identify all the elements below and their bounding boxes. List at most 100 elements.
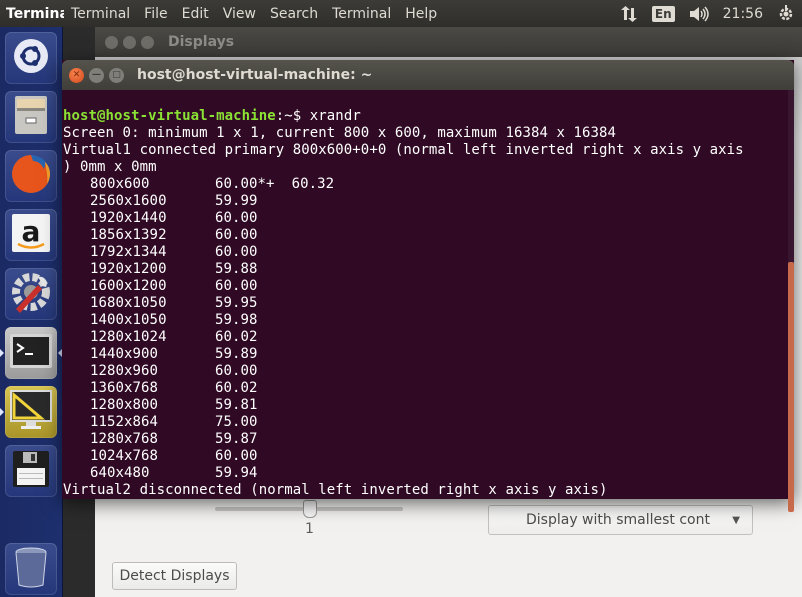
menu-view[interactable]: View — [216, 6, 263, 22]
firefox-icon — [9, 152, 53, 200]
menu-search[interactable]: Search — [263, 6, 325, 22]
mode-resolution: 1280x768 — [90, 431, 159, 447]
launcher-placement-selected: Display with smallest cont — [526, 512, 710, 528]
mode-refresh-rates: 59.81 — [215, 397, 258, 413]
mode-resolution: 1360x768 — [90, 380, 159, 396]
launcher-system-settings[interactable] — [5, 268, 57, 320]
mode-resolution: 640x480 — [90, 465, 150, 481]
menu-file[interactable]: File — [137, 6, 174, 22]
mode-line: 800x600 60.00*+ 60.32 — [63, 176, 794, 193]
terminal-scrollbar[interactable] — [788, 90, 794, 512]
mode-resolution: 1440x900 — [90, 346, 159, 362]
launcher-files[interactable] — [5, 91, 57, 143]
volume-icon[interactable] — [689, 6, 709, 22]
mode-resolution: 1920x1200 — [90, 261, 167, 277]
app-title: Terminal — [6, 5, 64, 22]
mode-refresh-rates: 60.00 — [215, 210, 258, 226]
terminal-titlebar[interactable]: ✕ — □ host@host-virtual-machine: ~ — [62, 60, 794, 90]
terminal-window: ✕ — □ host@host-virtual-machine: ~ host@… — [62, 60, 794, 512]
launcher: a — [0, 27, 63, 597]
terminal-scrollbar-thumb[interactable] — [788, 262, 794, 512]
mode-refresh-rates: 60.00 — [215, 448, 258, 464]
mode-refresh-rates: 75.00 — [215, 414, 258, 430]
mode-refresh-rates: 60.02 — [215, 380, 258, 396]
running-indicator — [0, 408, 4, 416]
settings-wrench-icon — [8, 269, 54, 319]
mode-refresh-rates: 59.87 — [215, 431, 258, 447]
menu-edit[interactable]: Edit — [175, 6, 216, 22]
launcher-trash[interactable] — [5, 543, 57, 595]
menu-help[interactable]: Help — [398, 6, 444, 22]
launcher-amazon[interactable]: a — [5, 209, 57, 261]
launcher-placement-dropdown[interactable]: Display with smallest cont ▼ — [488, 505, 753, 535]
displays-ruler-icon — [9, 389, 53, 435]
detect-displays-button[interactable]: Detect Displays — [112, 562, 237, 590]
mode-resolution: 800x600 — [90, 176, 150, 192]
mode-refresh-rates: 59.98 — [215, 312, 258, 328]
displays-titlebar[interactable]: Displays — [95, 27, 802, 57]
scale-value: 1 — [305, 521, 314, 537]
displays-minimize-button[interactable] — [123, 35, 136, 49]
keyboard-layout-badge: En — [651, 5, 675, 22]
mode-resolution: 1280x960 — [90, 363, 159, 379]
trash-icon — [13, 546, 49, 592]
menu-terminal[interactable]: Terminal — [325, 6, 398, 22]
mode-refresh-rates: 59.89 — [215, 346, 258, 362]
top-panel: Terminal Terminal File Edit View Search … — [0, 0, 802, 27]
prompt-path: :~ — [275, 108, 293, 124]
minimize-icon[interactable]: — — [89, 67, 104, 83]
menu-terminal-app[interactable]: Terminal — [64, 6, 137, 22]
mode-refresh-rates: 59.94 — [215, 465, 258, 481]
mode-refresh-rates: 60.00*+ 60.32 — [215, 176, 335, 192]
launcher-terminal[interactable] — [5, 327, 57, 379]
network-updown-icon[interactable] — [620, 5, 638, 22]
launcher-displays[interactable] — [5, 386, 57, 438]
launcher-firefox[interactable] — [5, 150, 57, 202]
output-line: Screen 0: minimum 1 x 1, current 800 x 6… — [63, 125, 617, 141]
terminal-output[interactable]: host@host-virtual-machine:~$ xrandr Scree… — [62, 90, 794, 499]
mode-line: 1920x1200 59.88 — [63, 261, 794, 278]
mode-refresh-rates: 60.00 — [215, 244, 258, 260]
mode-resolution: 1680x1050 — [90, 295, 167, 311]
prompt-user-host: host@host-virtual-machine — [63, 108, 276, 124]
displays-close-button[interactable] — [105, 35, 118, 49]
displays-maximize-button[interactable] — [141, 35, 154, 49]
mode-line: 1360x768 60.02 — [63, 380, 794, 397]
dropdown-arrow-icon: ▼ — [732, 514, 740, 526]
mode-line: 640x480 59.94 — [63, 465, 794, 482]
mode-line: 1856x1392 60.00 — [63, 227, 794, 244]
running-indicator — [0, 349, 4, 357]
mode-resolution: 1280x1024 — [90, 329, 167, 345]
keyboard-layout-indicator[interactable]: En — [651, 5, 675, 22]
displays-title: Displays — [168, 34, 235, 50]
mode-resolution: 1280x800 — [90, 397, 159, 413]
launcher-dash-home[interactable] — [5, 32, 57, 84]
mode-line: 1920x1440 60.00 — [63, 210, 794, 227]
ubuntu-logo-icon — [11, 36, 51, 80]
mode-line: 1600x1200 60.00 — [63, 278, 794, 295]
mode-line: 1400x1050 59.98 — [63, 312, 794, 329]
mode-resolution: 1400x1050 — [90, 312, 167, 328]
file-cabinet-icon — [11, 94, 51, 140]
mode-line: 1152x864 75.00 — [63, 414, 794, 431]
mode-refresh-rates: 59.95 — [215, 295, 258, 311]
mode-line: 1440x900 59.89 — [63, 346, 794, 363]
terminal-icon — [9, 333, 53, 373]
scale-slider[interactable] — [215, 500, 403, 518]
prompt-symbol: $ — [292, 108, 310, 124]
launcher-save-drive[interactable] — [5, 445, 57, 497]
mode-refresh-rates: 60.00 — [215, 227, 258, 243]
output-line: Virtual1 connected primary 800x600+0+0 (… — [63, 142, 744, 158]
maximize-icon[interactable]: □ — [109, 67, 124, 83]
power-gear-icon[interactable] — [777, 4, 795, 23]
close-icon[interactable]: ✕ — [69, 67, 84, 83]
mode-resolution: 1792x1344 — [90, 244, 167, 260]
mode-refresh-rates: 60.00 — [215, 363, 258, 379]
mode-resolution: 1600x1200 — [90, 278, 167, 294]
clock[interactable]: 21:56 — [723, 6, 763, 22]
mode-line: 1280x800 59.81 — [63, 397, 794, 414]
mode-line: 1680x1050 59.95 — [63, 295, 794, 312]
mode-refresh-rates: 60.00 — [215, 278, 258, 294]
scale-slider-thumb[interactable] — [303, 500, 317, 518]
indicator-area: En 21:56 — [613, 0, 802, 27]
